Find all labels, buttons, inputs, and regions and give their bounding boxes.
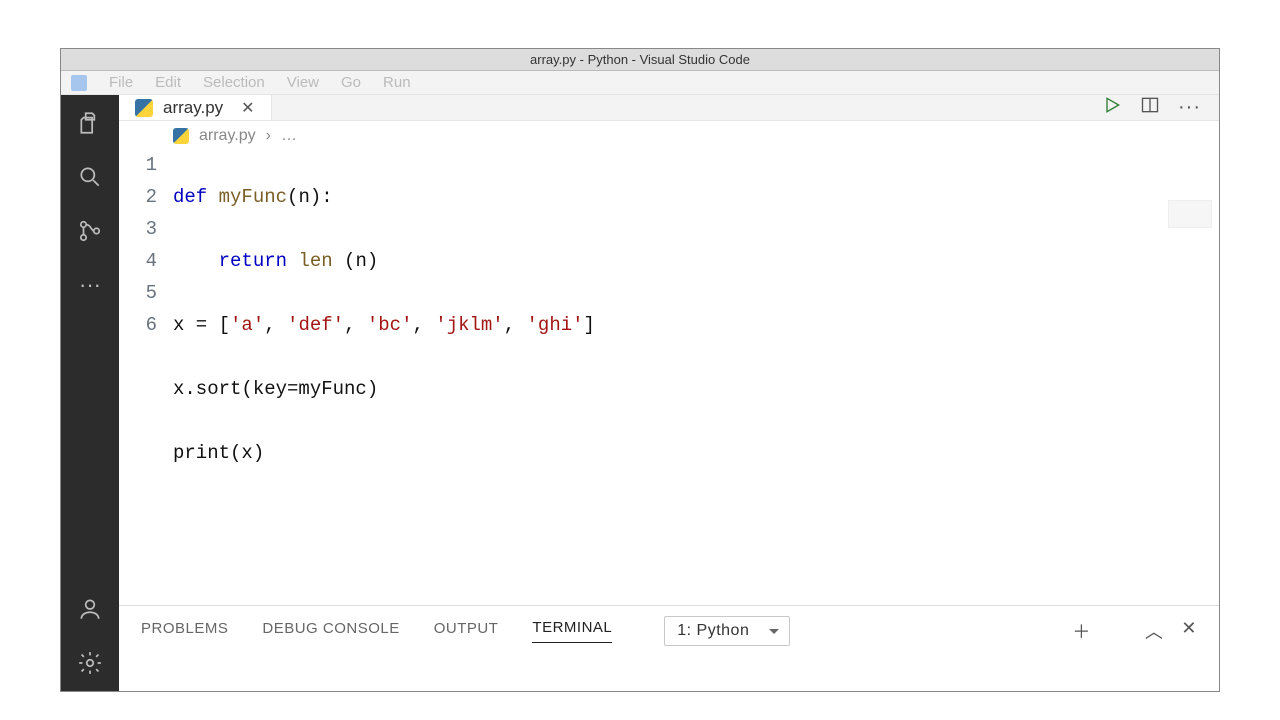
tab-label: array.py bbox=[163, 98, 223, 118]
minimap[interactable] bbox=[1168, 200, 1212, 228]
new-terminal-icon[interactable]: ＋ bbox=[1072, 618, 1091, 644]
menu-item[interactable]: Selection bbox=[203, 74, 265, 91]
window-titlebar: array.py - Python - Visual Studio Code bbox=[61, 49, 1219, 71]
menu-bar: File Edit Selection View Go Run bbox=[61, 71, 1219, 95]
line-gutter: 1 2 3 4 5 6 bbox=[119, 149, 173, 597]
python-file-icon bbox=[173, 128, 189, 144]
menu-item[interactable]: Run bbox=[383, 74, 411, 91]
tab-terminal[interactable]: TERMINAL bbox=[532, 619, 612, 643]
tab-array-py[interactable]: array.py ✕ bbox=[119, 95, 272, 120]
more-actions-icon[interactable]: ··· bbox=[1178, 96, 1201, 119]
split-editor-icon[interactable] bbox=[1140, 95, 1160, 120]
code-content[interactable]: def myFunc(n): return len (n) x = ['a', … bbox=[173, 149, 1219, 597]
window-title: array.py - Python - Visual Studio Code bbox=[530, 52, 750, 67]
explorer-icon[interactable] bbox=[76, 109, 104, 137]
gear-icon[interactable] bbox=[76, 649, 104, 677]
vscode-logo-icon bbox=[71, 75, 87, 91]
source-control-icon[interactable] bbox=[76, 217, 104, 245]
breadcrumb-tail: … bbox=[281, 127, 297, 145]
close-icon[interactable]: ✕ bbox=[241, 98, 254, 118]
bottom-panel: PROBLEMS DEBUG CONSOLE OUTPUT TERMINAL 1… bbox=[119, 605, 1219, 691]
more-icon[interactable]: ··· bbox=[76, 271, 104, 299]
breadcrumb[interactable]: array.py › … bbox=[119, 121, 1219, 147]
terminal-selector[interactable]: 1: Python bbox=[664, 616, 790, 646]
run-icon[interactable] bbox=[1102, 95, 1122, 120]
menu-item[interactable]: View bbox=[287, 74, 319, 91]
menu-item[interactable]: Edit bbox=[155, 74, 181, 91]
close-panel-icon[interactable]: ✕ bbox=[1181, 618, 1197, 644]
breadcrumb-file: array.py bbox=[199, 127, 256, 145]
code-editor[interactable]: 1 2 3 4 5 6 def myFunc(n): return len (n… bbox=[119, 147, 1219, 605]
account-icon[interactable] bbox=[76, 595, 104, 623]
python-file-icon bbox=[135, 99, 153, 117]
search-icon[interactable] bbox=[76, 163, 104, 191]
tab-problems[interactable]: PROBLEMS bbox=[141, 620, 228, 643]
chevron-up-icon[interactable]: ︿ bbox=[1145, 618, 1164, 644]
activity-bar: ··· bbox=[61, 95, 119, 691]
tab-output[interactable]: OUTPUT bbox=[434, 620, 499, 643]
tab-debug-console[interactable]: DEBUG CONSOLE bbox=[262, 620, 399, 643]
menu-item[interactable]: Go bbox=[341, 74, 361, 91]
terminal-output[interactable]: PS C:\Users\John\Dropbox\My PC (Avatar)\… bbox=[119, 656, 1219, 691]
menu-item[interactable]: File bbox=[109, 74, 133, 91]
editor-tabs: array.py ✕ ··· bbox=[119, 95, 1219, 121]
